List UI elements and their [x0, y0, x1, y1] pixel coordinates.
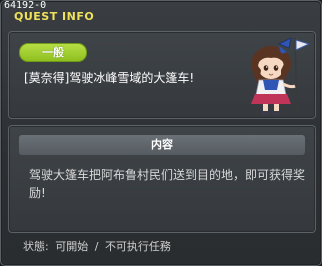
quest-description: 驾驶大篷车把阿布鲁村民们送到目的地，即可获得奖励!	[29, 168, 306, 200]
status-separator: /	[94, 240, 99, 253]
npc-portrait-girl-icon	[251, 37, 311, 115]
title-bar[interactable]: 64192-0 QUEST INFO	[1, 1, 321, 25]
status-line: 状態: 可開始 / 不可执行任務	[23, 238, 174, 254]
status-not-executable: 不可执行任務	[104, 240, 171, 253]
quest-title: [莫奈得]驾驶冰峰雪域的大篷车!	[24, 71, 195, 85]
status-label: 状態:	[23, 240, 49, 253]
quest-summary-panel: 一般 [莫奈得]驾驶冰峰雪域的大篷车!	[8, 31, 316, 119]
quest-info-window: 64192-0 QUEST INFO 一般 [莫奈得]驾驶冰峰雪域的大篷车! 内…	[0, 0, 322, 266]
content-header: 内容	[19, 135, 305, 155]
window-title: QUEST INFO	[14, 10, 95, 23]
status-available: 可開始	[55, 240, 89, 253]
quest-content-panel: 内容 驾驶大篷车把阿布鲁村民们送到目的地，即可获得奖励!	[8, 125, 316, 233]
category-badge: 一般	[19, 43, 87, 62]
